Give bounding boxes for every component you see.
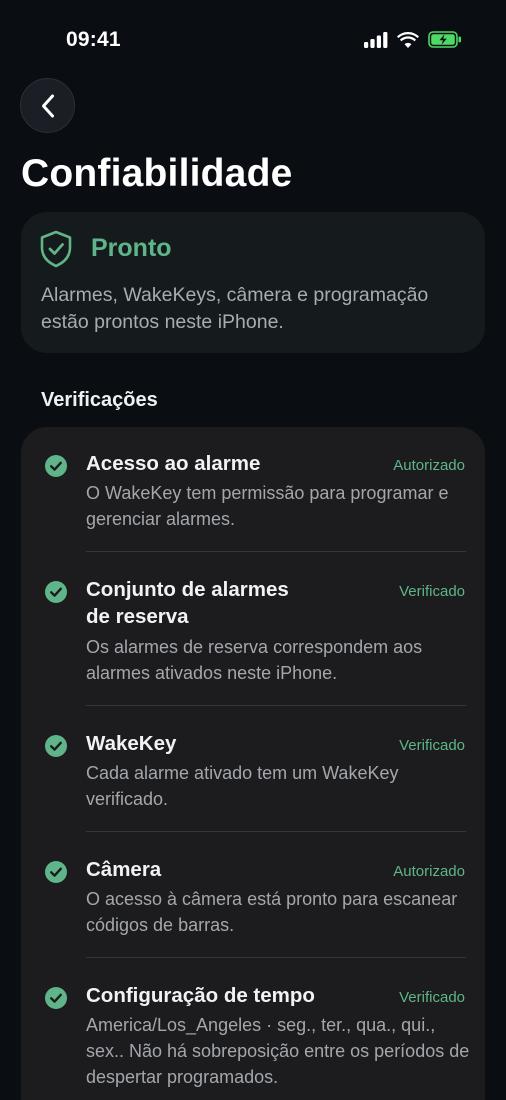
check-description: O acesso à câmera está pronto para escan… bbox=[86, 889, 458, 935]
status-badge: Verificado bbox=[399, 737, 465, 754]
divider bbox=[86, 551, 466, 552]
status-icons bbox=[364, 31, 462, 48]
status-card: Pronto Alarmes, WakeKeys, câmera e progr… bbox=[21, 212, 485, 353]
status-time: 09:41 bbox=[66, 28, 121, 51]
status-badge: Verificado bbox=[399, 583, 465, 600]
check-title: Acesso ao alarme bbox=[86, 452, 261, 475]
check-title: Conjunto de alarmes de reserva bbox=[86, 578, 289, 628]
reliability-screen: 09:41 Confiabilidade Pronto Alarmes, Wak… bbox=[0, 0, 506, 1100]
check-description: Cada alarme ativado tem um WakeKey verif… bbox=[86, 763, 399, 809]
divider bbox=[86, 957, 466, 958]
checkmark-circle-icon bbox=[45, 735, 67, 757]
status-badge: Autorizado bbox=[393, 863, 465, 880]
list-item-time-config: Configuração de tempo Verificado America… bbox=[21, 959, 485, 1100]
checks-list: Acesso ao alarme Autorizado O WakeKey te… bbox=[21, 427, 485, 1100]
check-title: Câmera bbox=[86, 858, 162, 881]
checkmark-circle-icon bbox=[45, 987, 67, 1009]
check-description: Os alarmes de reserva correspondem aos a… bbox=[86, 637, 423, 683]
checkmark-circle-icon bbox=[45, 581, 67, 603]
page-title: Confiabilidade bbox=[21, 152, 293, 195]
checkmark-circle-icon bbox=[45, 455, 67, 477]
battery-charging-icon bbox=[428, 31, 461, 48]
check-description: America/Los_Angeles · seg., ter., qua., … bbox=[86, 1015, 470, 1087]
divider bbox=[86, 831, 466, 832]
list-item-wakekey: WakeKey Verificado Cada alarme ativado t… bbox=[21, 707, 485, 833]
check-description: O WakeKey tem permissão para programar e… bbox=[86, 483, 449, 529]
status-badge: Autorizado bbox=[393, 457, 465, 474]
list-item-backup-alarms: Conjunto de alarmes de reserva Verificad… bbox=[21, 553, 485, 707]
wifi-icon bbox=[397, 31, 419, 48]
status-title: Pronto bbox=[91, 234, 172, 262]
checks-section-title: Verificações bbox=[41, 389, 158, 411]
list-item-camera: Câmera Autorizado O acesso à câmera está… bbox=[21, 833, 485, 959]
back-button[interactable] bbox=[20, 78, 75, 133]
status-bar: 09:41 bbox=[0, 0, 506, 80]
status-description: Alarmes, WakeKeys, câmera e programação … bbox=[41, 284, 429, 333]
check-title: Configuração de tempo bbox=[86, 984, 315, 1007]
status-badge: Verificado bbox=[399, 989, 465, 1006]
shield-check-icon bbox=[40, 230, 72, 268]
divider bbox=[86, 705, 466, 706]
list-item-alarm-access: Acesso ao alarme Autorizado O WakeKey te… bbox=[21, 427, 485, 553]
cellular-signal-icon bbox=[364, 31, 388, 48]
check-title: WakeKey bbox=[86, 732, 177, 755]
checkmark-circle-icon bbox=[45, 861, 67, 883]
chevron-left-icon bbox=[41, 94, 54, 117]
